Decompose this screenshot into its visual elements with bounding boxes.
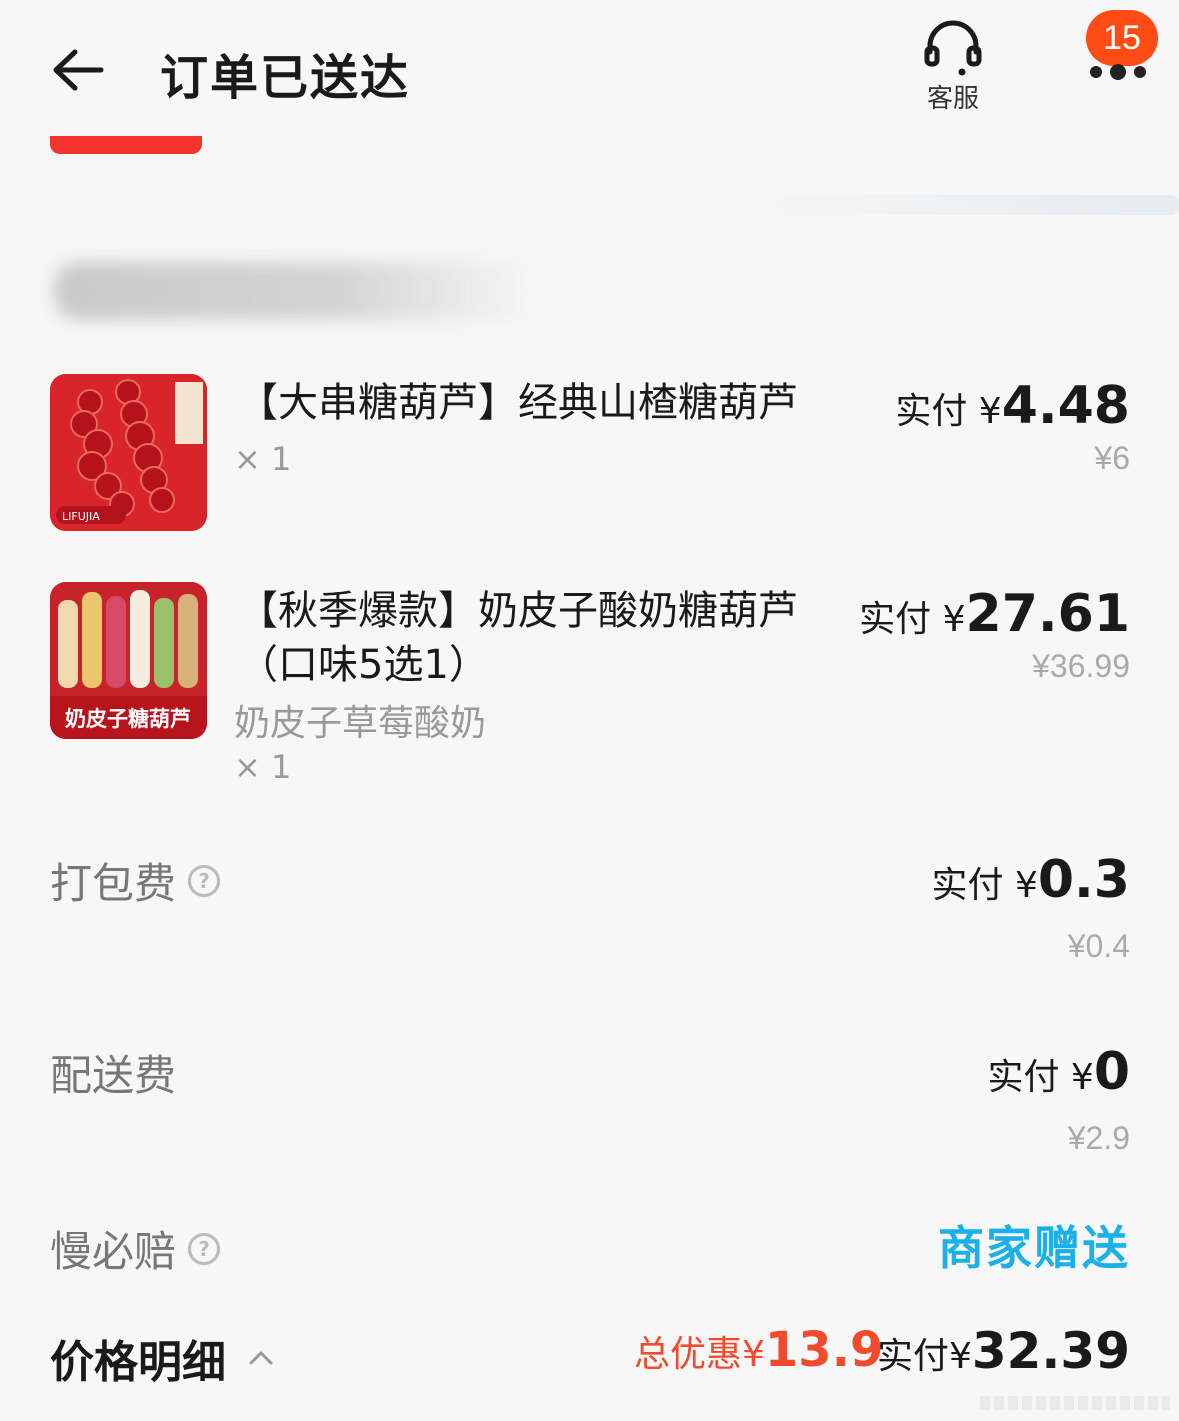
delivery-fee-label: 配送费	[50, 1042, 176, 1103]
price-summary: 价格明细 总优惠¥13.9 实付¥32.39	[50, 1322, 1130, 1392]
shop-name-blurred	[54, 262, 534, 320]
active-tab-indicator	[50, 136, 202, 154]
chevron-up-icon	[249, 1351, 273, 1365]
headset-icon	[924, 20, 982, 76]
fee-label-text: 配送费	[50, 1051, 177, 1100]
pay-value: 4.48	[1001, 376, 1130, 436]
original-price: ¥6	[1094, 440, 1130, 476]
price-detail-toggle[interactable]: 价格明细	[50, 1326, 274, 1390]
more-dots-icon	[1090, 64, 1146, 80]
fee-label-text: 打包费	[50, 859, 177, 908]
back-button[interactable]	[48, 40, 108, 100]
customer-service-label: 客服	[926, 84, 979, 114]
notification-badge: 15	[1086, 10, 1158, 66]
total-discount: 总优惠¥13.9	[634, 1322, 883, 1378]
more-button[interactable]: 15	[1080, 8, 1170, 98]
yogurt-haws-image: 奶皮子糖葫芦	[50, 582, 207, 739]
pay-value: 27.61	[965, 584, 1130, 644]
pay-label: 实付 ¥	[987, 1057, 1094, 1098]
item-price: 实付 ¥27.61 ¥36.99	[859, 584, 1130, 685]
svg-text:LIFUJIA: LIFUJIA	[62, 510, 100, 523]
item-name: 【秋季爆款】奶皮子酸奶糖葫芦（口味5选1）	[238, 588, 798, 688]
customer-service-button[interactable]: 客服	[918, 20, 988, 115]
candied-haws-image: LIFUJIA	[50, 374, 207, 531]
item-name: 【大串糖葫芦】经典山楂糖葫芦	[238, 380, 798, 426]
item-quantity: × 1	[234, 748, 292, 786]
discount-label: 总优惠¥	[634, 1334, 765, 1375]
page-title: 订单已送达	[160, 50, 411, 106]
original-price: ¥36.99	[1032, 648, 1130, 684]
watermark	[980, 1396, 1170, 1410]
top-bar: 订单已送达 客服 15	[0, 0, 1179, 130]
pay-value: 0.3	[1037, 850, 1130, 910]
pay-value: 0	[1093, 1042, 1130, 1102]
pay-label: 实付 ¥	[895, 391, 1002, 432]
packing-fee-row: 打包费 ? 实付 ¥0.3 ¥0.4	[50, 850, 1130, 980]
product-image[interactable]: LIFUJIA	[50, 374, 207, 531]
item-price: 实付 ¥4.48 ¥6	[895, 376, 1130, 477]
order-item[interactable]: LIFUJIA 【大串糖葫芦】经典山楂糖葫芦 × 1 实付 ¥4.48 ¥6	[50, 374, 1130, 544]
svg-text:奶皮子糖葫芦: 奶皮子糖葫芦	[65, 707, 191, 731]
slow-compensation-row: 慢必赔 ? 商家赠送	[50, 1218, 1130, 1278]
discount-value: 13.9	[764, 1322, 884, 1378]
pay-label: 实付 ¥	[931, 865, 1038, 906]
order-item[interactable]: 奶皮子糖葫芦 【秋季爆款】奶皮子酸奶糖葫芦（口味5选1） 奶皮子草莓酸奶 × 1…	[50, 582, 1130, 792]
original-price: ¥2.9	[1067, 1120, 1130, 1156]
delivery-fee-row: 配送费 实付 ¥0 ¥2.9	[50, 1042, 1130, 1172]
slow-compensation-label: 慢必赔 ?	[50, 1218, 221, 1279]
help-icon[interactable]: ?	[188, 864, 221, 897]
total-label: 实付¥	[876, 1336, 972, 1377]
original-price: ¥0.4	[1067, 928, 1130, 964]
packing-fee-label: 打包费 ?	[50, 850, 221, 911]
merchant-gift-text: 商家赠送	[938, 1221, 1130, 1275]
total-paid: 实付¥32.39	[877, 1322, 1130, 1380]
packing-fee-price: 实付 ¥0.3 ¥0.4	[932, 850, 1130, 965]
fee-label-text: 慢必赔	[50, 1227, 177, 1276]
faded-banner	[720, 195, 1179, 215]
total-value: 32.39	[971, 1322, 1130, 1380]
arrow-left-icon	[53, 49, 104, 91]
product-image[interactable]: 奶皮子糖葫芦	[50, 582, 207, 739]
item-quantity: × 1	[234, 440, 292, 478]
item-spec: 奶皮子草莓酸奶	[234, 703, 487, 744]
price-detail-label: 价格明细	[50, 1337, 226, 1388]
delivery-fee-price: 实付 ¥0 ¥2.9	[987, 1042, 1130, 1157]
help-icon[interactable]: ?	[188, 1232, 221, 1265]
pay-label: 实付 ¥	[859, 599, 966, 640]
